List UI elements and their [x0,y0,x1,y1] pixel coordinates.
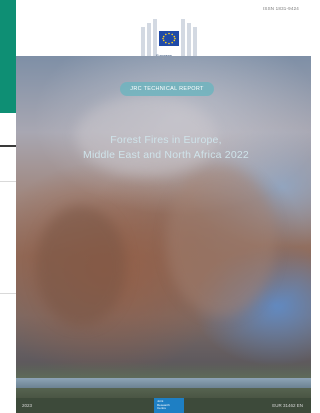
report-title: Forest Fires in Europe, Middle East and … [83,134,249,161]
jrc-logo: Joint Research Centre [154,398,184,413]
wildfire-smoke-photo [16,56,311,402]
sea-strip [16,378,311,388]
report-type-badge: JRC TECHNICAL REPORT [120,82,214,96]
report-cover[interactable]: ISSN 1831-9424 European Comm [16,0,311,413]
publication-year: 2023 [22,403,33,408]
cover-footer: 2023 Joint Research Centre EUR 31462 EN [16,398,311,413]
report-number: EUR 31462 EN [272,403,303,408]
issn-label: ISSN 1831-9424 [262,6,299,11]
